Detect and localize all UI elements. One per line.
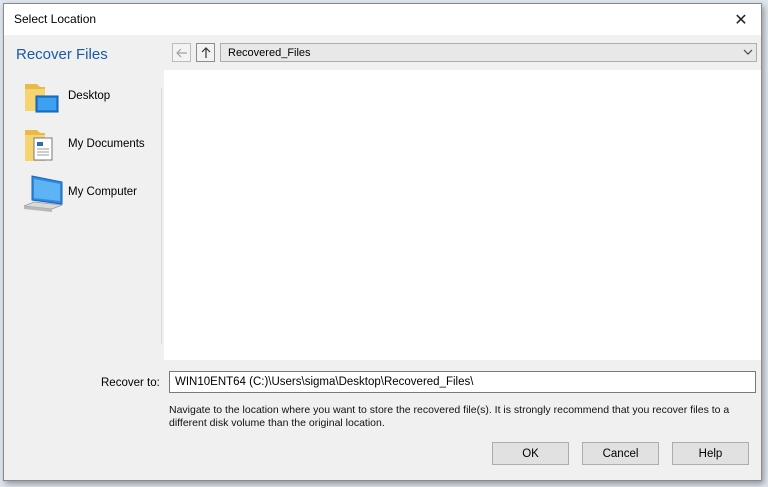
select-location-dialog: Select Location ✕ Recover Files Recovere… bbox=[3, 3, 762, 481]
back-button[interactable] bbox=[172, 43, 191, 62]
title-bar: Select Location ✕ bbox=[4, 4, 761, 35]
recover-to-label: Recover to: bbox=[101, 377, 160, 389]
path-dropdown[interactable]: Recovered_Files bbox=[220, 43, 757, 62]
recover-to-path-field[interactable]: WIN10ENT64 (C:)\Users\sigma\Desktop\Reco… bbox=[169, 371, 756, 393]
hint-text: Navigate to the location where you want … bbox=[169, 404, 730, 429]
places-sidebar: Desktop My Documents My Computer bbox=[4, 70, 162, 360]
arrow-left-icon bbox=[175, 48, 187, 57]
sidebar-item-label: Desktop bbox=[68, 90, 111, 102]
cancel-button[interactable]: Cancel bbox=[582, 442, 659, 465]
arrow-up-icon bbox=[201, 46, 210, 58]
computer-icon bbox=[23, 175, 63, 212]
sidebar-item-my-documents[interactable]: My Documents bbox=[22, 126, 162, 176]
up-folder-button[interactable] bbox=[196, 43, 215, 62]
section-title: Recover Files bbox=[16, 46, 108, 63]
path-value: Recovered_Files bbox=[228, 47, 311, 59]
sidebar-divider bbox=[161, 88, 162, 344]
file-list-pane[interactable] bbox=[164, 70, 761, 360]
ok-button[interactable]: OK bbox=[492, 442, 569, 465]
sidebar-item-desktop[interactable]: Desktop bbox=[22, 78, 162, 128]
documents-folder-icon bbox=[25, 130, 53, 161]
sidebar-item-my-computer[interactable]: My Computer bbox=[22, 174, 162, 224]
desktop-folder-icon bbox=[25, 84, 59, 113]
sidebar-item-label: My Documents bbox=[68, 138, 145, 150]
chevron-down-icon bbox=[743, 49, 753, 55]
recover-to-path-value: WIN10ENT64 (C:)\Users\sigma\Desktop\Reco… bbox=[175, 376, 474, 388]
sidebar-item-label: My Computer bbox=[68, 186, 138, 198]
help-button[interactable]: Help bbox=[672, 442, 749, 465]
close-icon: ✕ bbox=[734, 11, 748, 29]
close-button[interactable]: ✕ bbox=[721, 4, 761, 35]
dialog-title: Select Location bbox=[14, 12, 97, 26]
